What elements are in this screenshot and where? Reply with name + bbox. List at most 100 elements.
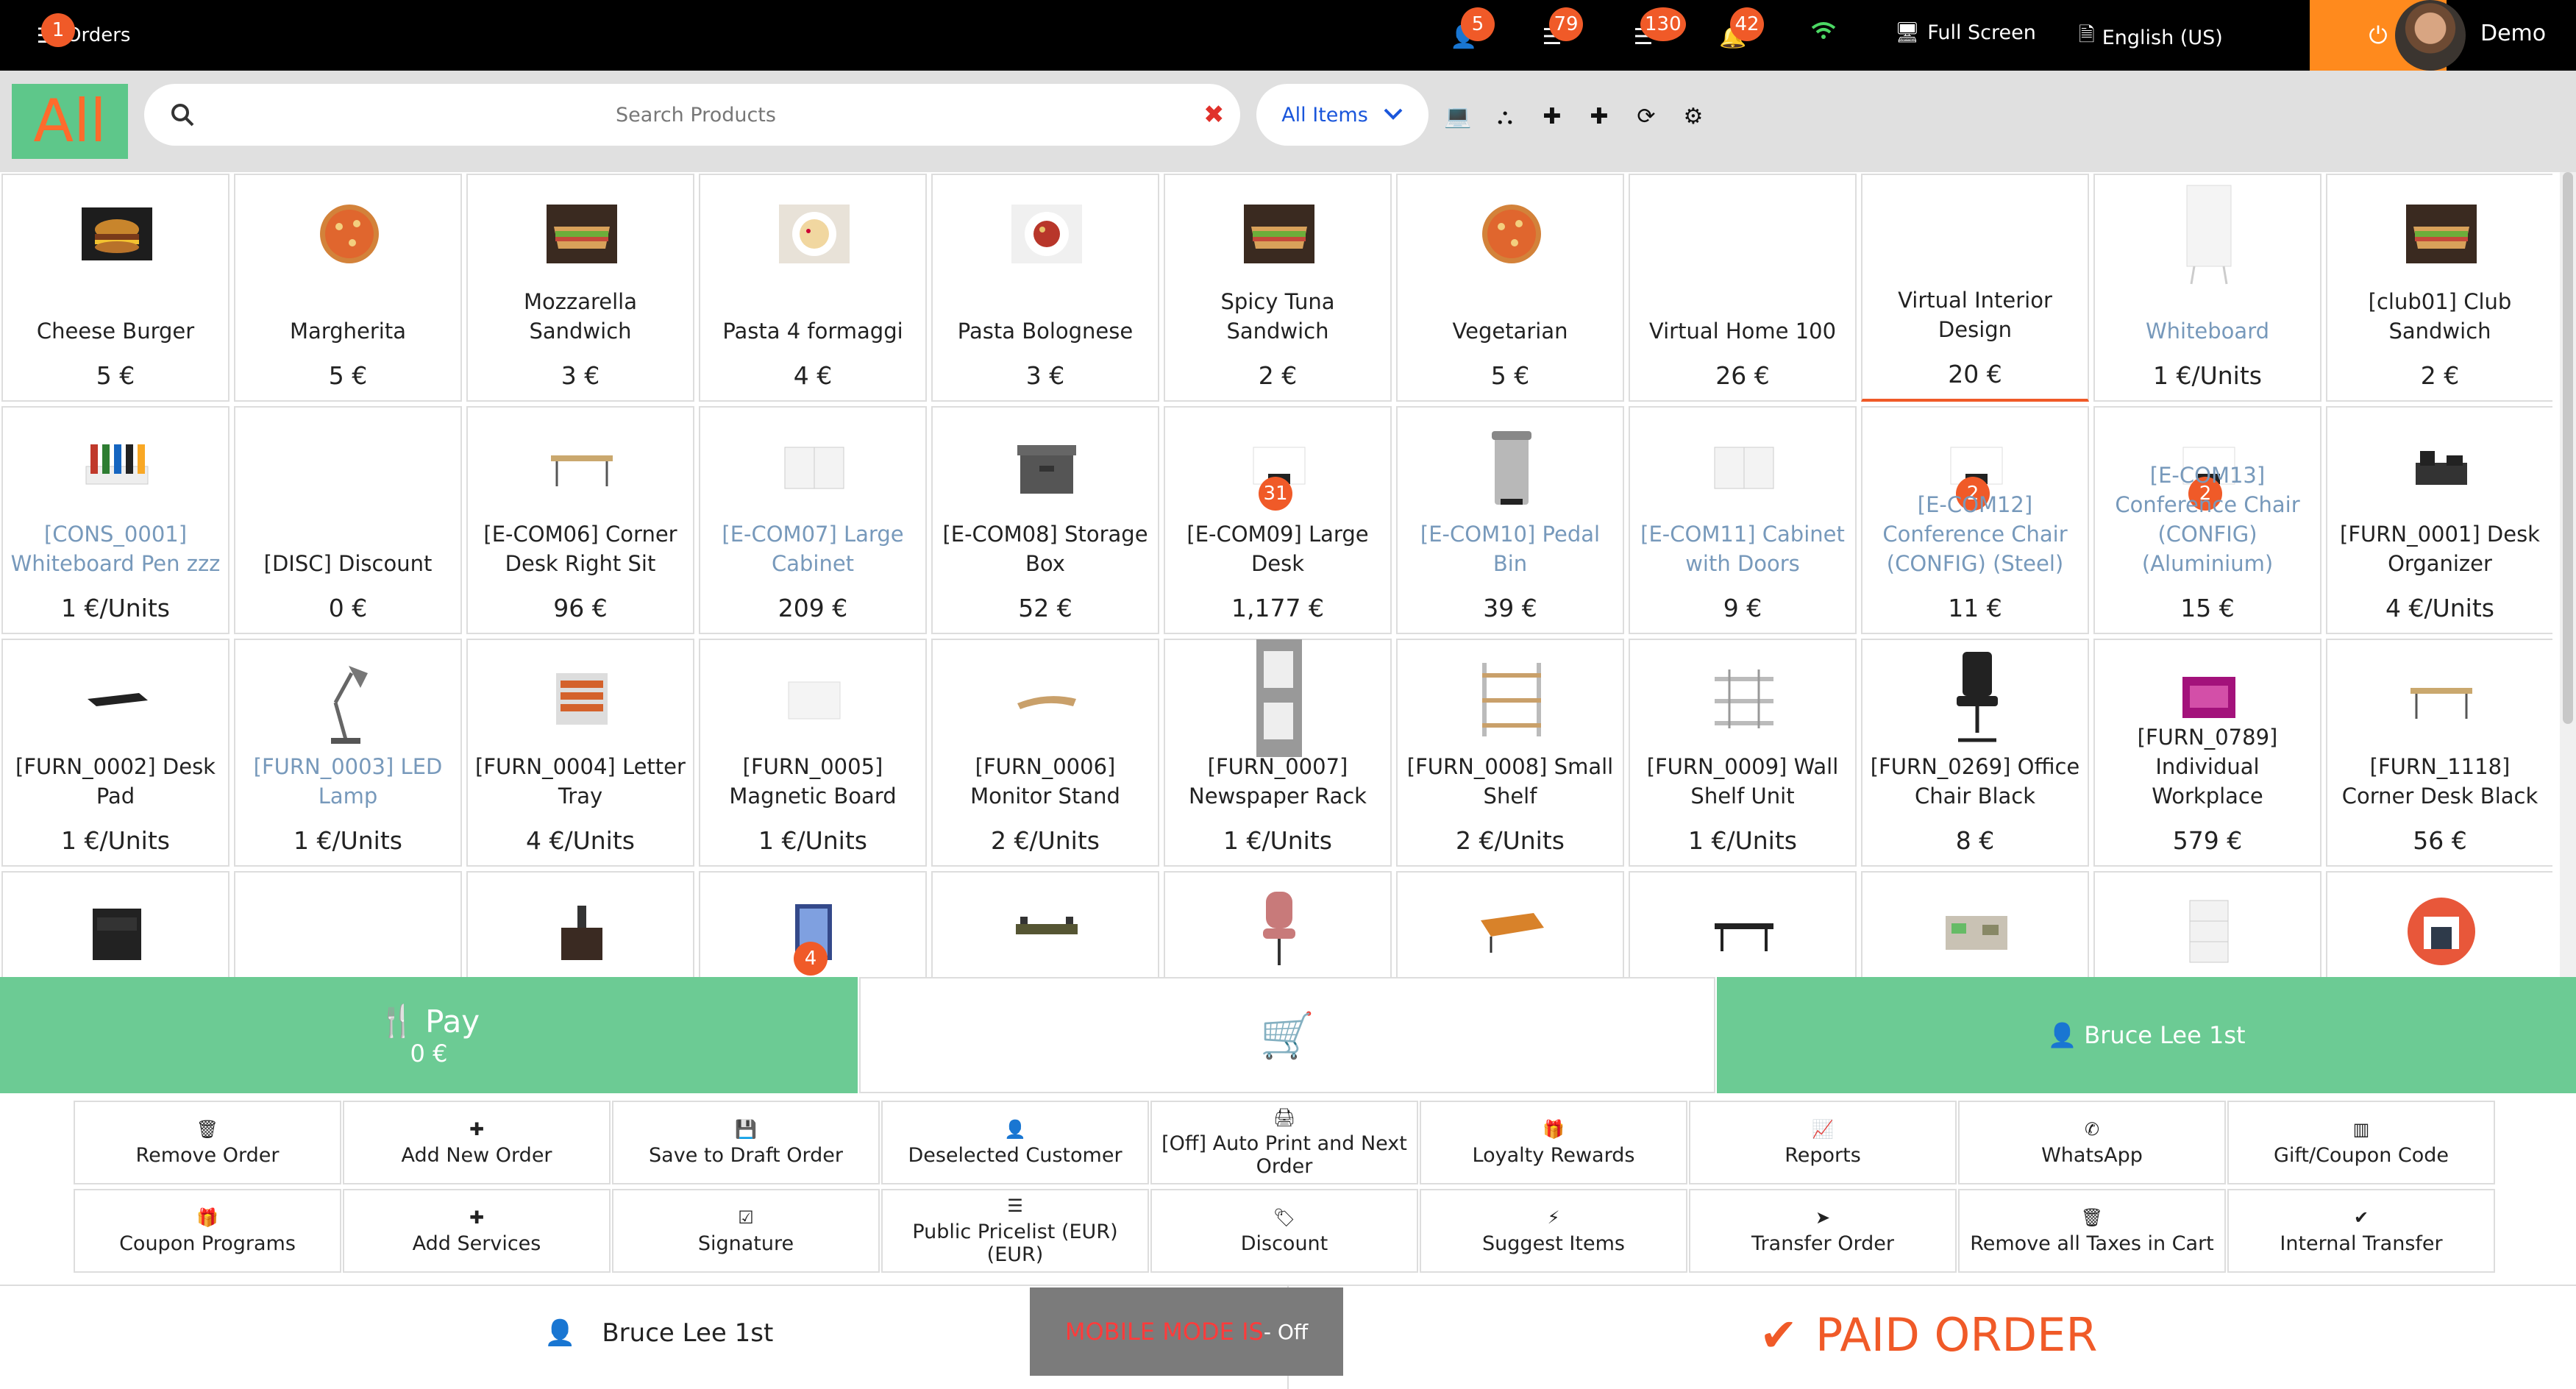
product-card[interactable]: [FURN_0269] Office Chair Black 8 € xyxy=(1861,639,2089,867)
product-card[interactable]: [E-COM07] Large Cabinet 209 € xyxy=(699,406,927,634)
action-button[interactable]: ✚ Add Services xyxy=(343,1189,611,1273)
action-button[interactable]: ☑ Signature xyxy=(612,1189,880,1273)
customer-button[interactable]: 👤 Bruce Lee 1st xyxy=(1717,977,2576,1093)
avatar[interactable] xyxy=(2395,0,2466,71)
product-card[interactable]: Mozzarella Sandwich 3 € xyxy=(466,174,694,402)
pay-button[interactable]: 🍴 Pay 0 € xyxy=(0,977,858,1093)
search-input[interactable] xyxy=(218,94,1174,135)
product-card[interactable]: [FURN_0009] Wall Shelf Unit 1 €/Units xyxy=(1629,639,1857,867)
bottom-customer[interactable]: 👤 Bruce Lee 1st xyxy=(544,1318,773,1348)
product-card[interactable]: Vegetarian 5 € xyxy=(1396,174,1624,402)
product-card[interactable] xyxy=(1629,871,1857,977)
all-categories-button[interactable]: All xyxy=(12,84,128,159)
sitemap-icon[interactable]: ⛬ xyxy=(1489,100,1521,132)
product-price: 1,177 € xyxy=(1231,594,1324,622)
action-button[interactable]: ➤ Transfer Order xyxy=(1689,1189,1957,1273)
product-card[interactable]: Whiteboard 1 €/Units xyxy=(2093,174,2321,402)
notification-button[interactable]: 🔔 42 xyxy=(1711,7,1764,59)
product-card[interactable]: [FURN_1118] Corner Desk Black 56 € xyxy=(2326,639,2552,867)
product-card[interactable] xyxy=(1,871,230,977)
action-label: Public Pricelist (EUR) (EUR) xyxy=(912,1221,1118,1266)
cart-button[interactable]: 🛒 xyxy=(859,977,1715,1093)
list-ordered-button[interactable]: ☰ 130 xyxy=(1621,7,1686,59)
product-card[interactable]: [club01] Club Sandwich 2 € xyxy=(2326,174,2552,402)
product-card[interactable]: Cheese Burger 5 € xyxy=(1,174,230,402)
action-button[interactable]: ☰ Public Pricelist (EUR) (EUR) xyxy=(881,1189,1149,1273)
product-card[interactable] xyxy=(1396,871,1624,977)
product-card[interactable]: Margherita 5 € xyxy=(234,174,462,402)
product-card[interactable]: [DISC] Discount 0 € xyxy=(234,406,462,634)
paid-order-button[interactable]: ✔ PAID ORDER xyxy=(1760,1308,2097,1362)
product-card[interactable]: [FURN_0001] Desk Organizer 4 €/Units xyxy=(2326,406,2552,634)
action-button[interactable]: 🎁 Coupon Programs xyxy=(74,1189,341,1273)
product-card[interactable]: [E-COM11] Cabinet with Doors 9 € xyxy=(1629,406,1857,634)
product-card[interactable]: [FURN_0006] Monitor Stand 2 €/Units xyxy=(931,639,1159,867)
product-card[interactable]: [E-COM10] Pedal Bin 39 € xyxy=(1396,406,1624,634)
mobile-mode-toggle[interactable]: MOBILE MODE IS - Off xyxy=(1030,1287,1343,1376)
product-card[interactable] xyxy=(2326,871,2552,977)
product-image xyxy=(2165,185,2253,285)
product-card[interactable]: [FURN_0003] LED Lamp 1 €/Units xyxy=(234,639,462,867)
product-card[interactable]: 2 [E-COM13] Conference Chair (CONFIG) (Al… xyxy=(2093,406,2321,634)
product-card[interactable]: [FURN_0005] Magnetic Board 1 €/Units xyxy=(699,639,927,867)
refresh-icon[interactable]: ⟳ xyxy=(1630,100,1662,132)
full-screen-button[interactable]: 🖥 Full Screen xyxy=(1895,21,2036,45)
action-button[interactable]: 🖨 [Off] Auto Print and Next Order xyxy=(1150,1101,1418,1184)
product-image xyxy=(305,655,394,744)
product-card[interactable] xyxy=(2093,871,2321,977)
action-button[interactable]: 👤 Deselected Customer xyxy=(881,1101,1149,1184)
product-card[interactable]: Virtual Interior Design 20 € xyxy=(1861,174,2089,402)
action-button[interactable]: 🗑 Remove all Taxes in Cart xyxy=(1958,1189,2226,1273)
product-grid: Cheese Burger 5 € Margherita 5 € Mozzarella … xyxy=(0,172,2552,977)
orders-button[interactable]: ☰1 Orders xyxy=(32,13,130,57)
product-card[interactable]: [FURN_5555] Cable xyxy=(234,871,462,977)
action-button[interactable]: ✆ WhatsApp xyxy=(1958,1101,2226,1184)
product-card[interactable]: Spicy Tuna Sandwich 2 € xyxy=(1164,174,1392,402)
action-button[interactable]: ✚ Add New Order xyxy=(343,1101,611,1184)
action-button[interactable]: 🎁 Loyalty Rewards xyxy=(1420,1101,1687,1184)
action-label: Suggest Items xyxy=(1482,1232,1625,1255)
product-card[interactable]: [FURN_0004] Letter Tray 4 €/Units xyxy=(466,639,694,867)
product-card[interactable] xyxy=(466,871,694,977)
action-button[interactable]: ⚡ Suggest Items xyxy=(1420,1189,1687,1273)
product-card[interactable]: Pasta 4 formaggi 4 € xyxy=(699,174,927,402)
product-card[interactable]: [CONS_0001] Whiteboard Pen zzz 1 €/Units xyxy=(1,406,230,634)
product-card[interactable]: 4 xyxy=(699,871,927,977)
product-card[interactable]: 2 [E-COM12] Conference Chair (CONFIG) (St… xyxy=(1861,406,2089,634)
clear-search-icon[interactable]: ✖ xyxy=(1203,100,1225,129)
product-card[interactable]: [E-COM06] Corner Desk Right Sit 96 € xyxy=(466,406,694,634)
product-price: 579 € xyxy=(2172,826,2243,855)
product-card[interactable]: [FURN_0007] Newspaper Rack 1 €/Units xyxy=(1164,639,1392,867)
action-button[interactable]: 🏷 Discount xyxy=(1150,1189,1418,1273)
action-button[interactable]: ▥ Gift/Coupon Code xyxy=(2227,1101,2495,1184)
action-button[interactable]: 📈 Reports xyxy=(1689,1101,1957,1184)
language-selector[interactable]: 🗎 English (US) xyxy=(2079,21,2223,54)
product-card[interactable]: [FURN_0789] Individual Workplace 579 € xyxy=(2093,639,2321,867)
product-image xyxy=(538,887,626,976)
product-card[interactable]: Pasta Bolognese 3 € xyxy=(931,174,1159,402)
product-card[interactable]: [FURN_0002] Desk Pad 1 €/Units xyxy=(1,639,230,867)
action-button[interactable]: 💾 Save to Draft Order xyxy=(612,1101,880,1184)
user-lock-button[interactable]: 👤 5 xyxy=(1442,7,1495,59)
add-icon[interactable]: ✚ xyxy=(1583,100,1615,132)
plus-icon[interactable]: ✚ xyxy=(1536,100,1568,132)
action-button[interactable]: 🗑 Remove Order xyxy=(74,1101,341,1184)
gear-icon[interactable]: ⚙ xyxy=(1677,100,1709,132)
search-icon xyxy=(166,99,199,131)
product-card[interactable]: 31 [E-COM09] Large Desk 1,177 € xyxy=(1164,406,1392,634)
product-toolbar: All ✖ All Items 💻 ⛬ ✚ ✚ ⟳ ⚙ xyxy=(0,71,2576,172)
product-scrollbar[interactable] xyxy=(2560,172,2576,977)
laptop-icon[interactable]: 💻 xyxy=(1442,100,1474,132)
product-card[interactable] xyxy=(1164,871,1392,977)
product-price: 4 €/Units xyxy=(2385,594,2494,622)
product-card[interactable] xyxy=(1861,871,2089,977)
product-card[interactable]: [E-COM08] Storage Box 52 € xyxy=(931,406,1159,634)
list-button[interactable]: ☰ 79 xyxy=(1530,7,1583,59)
product-card[interactable] xyxy=(931,871,1159,977)
print-icon: 🖨 xyxy=(1273,1107,1296,1128)
pos-app: ☰1 Orders 👤 5 ☰ 79 ☰ 130 🔔 42 🖥 Full Scr… xyxy=(0,0,2576,1389)
action-button[interactable]: ✔ Internal Transfer xyxy=(2227,1189,2495,1273)
product-card[interactable]: Virtual Home 100 26 € xyxy=(1629,174,1857,402)
filter-dropdown[interactable]: All Items xyxy=(1256,84,1428,146)
product-card[interactable]: [FURN_0008] Small Shelf 2 €/Units xyxy=(1396,639,1624,867)
